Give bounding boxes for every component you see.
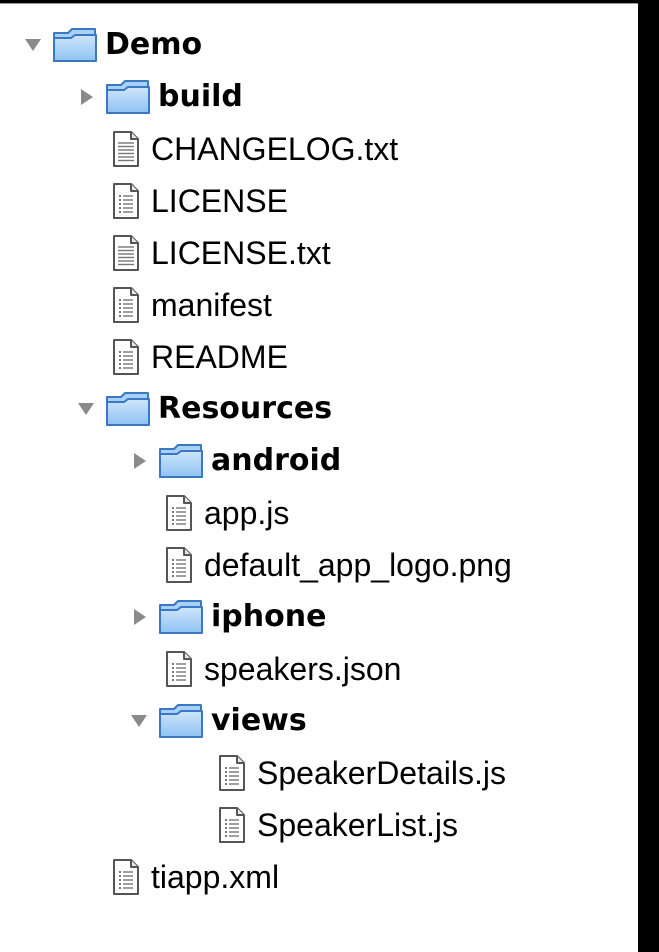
tree-item-label: LICENSE.txt <box>151 235 331 271</box>
document-icon <box>164 493 194 533</box>
tree-file-row[interactable]: app.js <box>0 487 638 539</box>
disclosure-triangle-expanded-icon[interactable] <box>75 398 97 420</box>
disclosure-triangle-expanded-icon[interactable] <box>128 710 150 732</box>
tree-item-label: Resources <box>158 391 333 426</box>
disclosure-triangle-expanded-icon[interactable] <box>22 34 44 56</box>
tree-file-row[interactable]: README <box>0 331 638 383</box>
tree-item-label: LICENSE <box>151 183 288 219</box>
tree-file-row[interactable]: LICENSE.txt <box>0 227 638 279</box>
tree-item-label: speakers.json <box>204 651 402 687</box>
tree-file-row[interactable]: SpeakerList.js <box>0 799 638 851</box>
tree-file-row[interactable]: SpeakerDetails.js <box>0 747 638 799</box>
file-tree: Demo build CHANGELOG.txt LICENSE LICENSE.txt… <box>0 19 638 903</box>
tree-item-label: tiapp.xml <box>151 859 280 895</box>
folder-icon <box>157 701 205 741</box>
folder-icon <box>104 389 152 429</box>
document-icon <box>111 181 141 221</box>
tree-item-label: manifest <box>151 287 272 323</box>
tree-item-label: SpeakerList.js <box>257 807 458 843</box>
tree-file-row[interactable]: manifest <box>0 279 638 331</box>
document-icon <box>164 649 194 689</box>
tree-file-row[interactable]: CHANGELOG.txt <box>0 123 638 175</box>
document-icon <box>111 857 141 897</box>
text-document-icon <box>111 129 141 169</box>
tree-item-label: iphone <box>211 599 327 634</box>
document-icon <box>111 285 141 325</box>
folder-icon <box>157 597 205 637</box>
document-icon <box>164 545 194 585</box>
tree-folder-row[interactable]: build <box>0 71 638 123</box>
tree-file-row[interactable]: speakers.json <box>0 643 638 695</box>
document-icon <box>217 805 247 845</box>
tree-item-label: build <box>158 79 243 114</box>
folder-icon <box>157 441 205 481</box>
tree-item-label: views <box>211 703 307 738</box>
disclosure-triangle-collapsed-icon[interactable] <box>128 450 150 472</box>
tree-folder-row[interactable]: Demo <box>0 19 638 71</box>
folder-icon <box>51 25 99 65</box>
tree-item-label: default_app_logo.png <box>204 547 512 583</box>
tree-item-label: README <box>151 339 288 375</box>
project-tree-panel: Demo build CHANGELOG.txt LICENSE LICENSE.txt… <box>0 3 638 952</box>
tree-folder-row[interactable]: views <box>0 695 638 747</box>
tree-item-label: Demo <box>105 27 203 62</box>
document-icon <box>111 337 141 377</box>
disclosure-triangle-collapsed-icon[interactable] <box>75 86 97 108</box>
tree-file-row[interactable]: tiapp.xml <box>0 851 638 903</box>
tree-item-label: SpeakerDetails.js <box>257 755 506 791</box>
tree-folder-row[interactable]: android <box>0 435 638 487</box>
text-document-icon <box>111 233 141 273</box>
tree-folder-row[interactable]: Resources <box>0 383 638 435</box>
disclosure-triangle-collapsed-icon[interactable] <box>128 606 150 628</box>
tree-file-row[interactable]: default_app_logo.png <box>0 539 638 591</box>
tree-file-row[interactable]: LICENSE <box>0 175 638 227</box>
tree-folder-row[interactable]: iphone <box>0 591 638 643</box>
document-icon <box>217 753 247 793</box>
tree-item-label: app.js <box>204 495 290 531</box>
folder-icon <box>104 77 152 117</box>
tree-item-label: android <box>211 443 342 478</box>
tree-item-label: CHANGELOG.txt <box>151 131 399 167</box>
